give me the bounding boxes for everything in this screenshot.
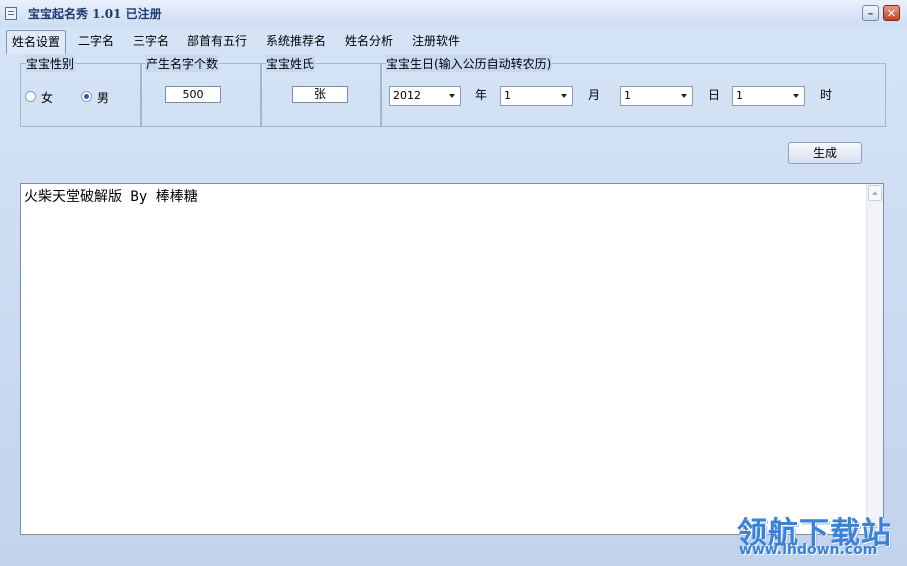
surname-group-title: 宝宝姓氏 [265, 55, 316, 72]
tab-radical-five-elements[interactable]: 部首有五行 [187, 31, 247, 52]
tab-register-software[interactable]: 注册软件 [412, 31, 460, 52]
day-unit-label: 日 [708, 88, 721, 102]
gender-male-radio[interactable] [81, 91, 92, 102]
main-window: 宝宝起名秀 1.01 已注册 – ✕ 姓名设置 二字名 三字名 部首有五行 系统… [0, 0, 907, 566]
chevron-down-icon [561, 94, 567, 98]
output-textarea[interactable]: 火柴天堂破解版 By 棒棒糖 [20, 183, 884, 535]
birthday-group-title: 宝宝生日(输入公历自动转农历) [385, 55, 553, 72]
month-select-value: 1 [504, 89, 511, 102]
window-title: 宝宝起名秀 1.01 已注册 [28, 7, 162, 21]
day-select-value: 1 [624, 89, 631, 102]
surname-group: 宝宝姓氏 张 [260, 55, 382, 127]
title-bar[interactable]: 宝宝起名秀 1.01 已注册 – ✕ [0, 0, 907, 27]
generate-button[interactable]: 生成 [788, 142, 862, 164]
output-text: 火柴天堂破解版 By 棒棒糖 [24, 189, 198, 205]
gender-group-title: 宝宝性别 [25, 55, 76, 72]
gender-female-label[interactable]: 女 [41, 89, 53, 106]
chevron-down-icon [793, 94, 799, 98]
year-unit-label: 年 [475, 88, 488, 102]
close-button[interactable]: ✕ [883, 5, 900, 21]
gender-female-radio[interactable] [25, 91, 36, 102]
scroll-up-arrow-icon[interactable] [868, 185, 882, 201]
tab-two-char-names[interactable]: 二字名 [78, 31, 114, 52]
vertical-scrollbar[interactable] [866, 184, 883, 534]
site-watermark: 领航下载站 www.lhdown.com [737, 508, 899, 562]
hour-select[interactable]: 1 [732, 86, 805, 106]
tab-three-char-names[interactable]: 三字名 [133, 31, 169, 52]
year-select[interactable]: 2012 [389, 86, 461, 106]
day-select[interactable]: 1 [620, 86, 693, 106]
tab-name-settings[interactable]: 姓名设置 [6, 30, 67, 54]
hour-unit-label: 时 [820, 88, 833, 102]
gender-male-label[interactable]: 男 [97, 89, 109, 106]
minimize-button[interactable]: – [862, 5, 879, 21]
surname-input[interactable]: 张 [292, 86, 348, 103]
name-count-input[interactable]: 500 [165, 86, 221, 103]
birthday-group: 宝宝生日(输入公历自动转农历) 2012 年 1 月 1 日 1 时 [380, 55, 886, 127]
chevron-down-icon [681, 94, 687, 98]
tab-name-analysis[interactable]: 姓名分析 [345, 31, 393, 52]
year-select-value: 2012 [393, 89, 421, 102]
gender-group: 宝宝性别 女 男 [20, 55, 142, 127]
app-icon[interactable] [5, 7, 17, 20]
tab-system-recommended[interactable]: 系统推荐名 [266, 31, 326, 52]
chevron-down-icon [449, 94, 455, 98]
hour-select-value: 1 [736, 89, 743, 102]
name-count-group-title: 产生名字个数 [145, 55, 220, 72]
name-count-group: 产生名字个数 500 [140, 55, 262, 127]
month-unit-label: 月 [588, 88, 601, 102]
month-select[interactable]: 1 [500, 86, 573, 106]
watermark-url: www.lhdown.com [739, 542, 878, 558]
